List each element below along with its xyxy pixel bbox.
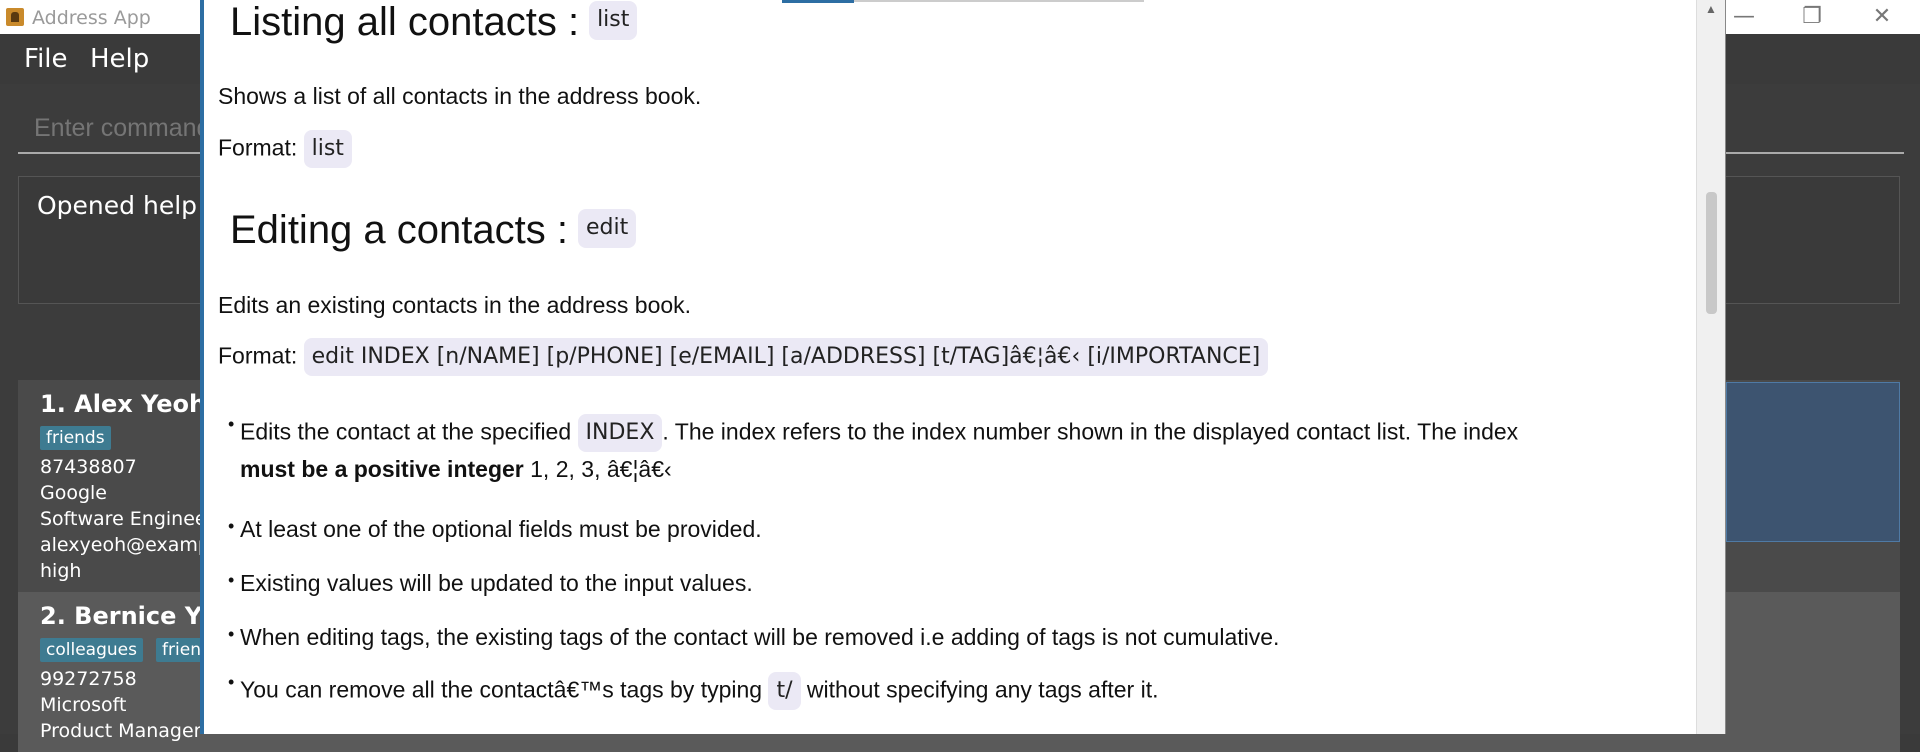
format-code: edit INDEX [n/NAME] [p/PHONE] [e/EMAIL] … [303, 338, 1269, 377]
restore-icon[interactable]: ❐ [1792, 4, 1832, 30]
edit-bullet-optional: At least one of the optional fields must… [228, 516, 1660, 543]
edit-heading: Editing a contacts : edit [230, 208, 637, 253]
help-window: Listing all contacts : list Shows a list … [200, 0, 1726, 734]
edit-description: Edits an existing contacts in the addres… [218, 292, 692, 318]
scroll-up-arrow-icon[interactable]: ▲ [1705, 2, 1717, 16]
list-description: Shows a list of all contacts in the addr… [218, 83, 702, 109]
tag-prefix-code: t/ [768, 672, 801, 711]
bullet-bold-text: must be a positive integer [240, 456, 524, 483]
scroll-thumb[interactable] [1706, 192, 1717, 314]
help-scrollbar[interactable]: ▲ [1696, 0, 1725, 734]
tag: friends [40, 426, 111, 450]
edit-heading-text: Editing a contacts : [230, 208, 568, 252]
list-command-code: list [589, 1, 638, 40]
edit-bullet-update: Existing values will be updated to the i… [228, 570, 1660, 597]
menu-help[interactable]: Help [90, 44, 149, 74]
help-tab-track [854, 0, 1144, 2]
bullet-text: Edits the contact at the specified [240, 418, 572, 445]
window-title: Address App [32, 7, 151, 29]
help-tab-indicator [782, 0, 854, 3]
edit-command-code: edit [577, 209, 637, 248]
format-code: list [303, 130, 352, 169]
format-label: Format: [218, 134, 298, 161]
edit-format: Format: edit INDEX [n/NAME] [p/PHONE] [e… [218, 338, 1269, 377]
index-code: INDEX [577, 414, 663, 453]
menu-file[interactable]: File [24, 44, 68, 74]
bullet-text: 1, 2, 3, â€¦â€‹ [523, 456, 672, 483]
app-logo-icon [6, 8, 24, 26]
minimize-icon[interactable]: — [1724, 4, 1764, 30]
edit-bullet-index: Edits the contact at the specified INDEX… [228, 414, 1660, 483]
format-label: Format: [218, 342, 298, 369]
list-heading-text: Listing all contacts : [230, 0, 580, 44]
bullet-text: You can remove all the contactâ€™s tags … [240, 676, 763, 703]
selected-row-highlight [1726, 382, 1900, 542]
bullet-text: Existing values will be updated to the i… [240, 570, 753, 596]
bullet-text: . The index refers to the index number s… [662, 418, 1519, 445]
bullet-text: When editing tags, the existing tags of … [240, 624, 1280, 650]
close-icon[interactable]: ✕ [1862, 4, 1902, 30]
list-heading: Listing all contacts : list [230, 0, 638, 45]
tag: colleagues [40, 638, 143, 662]
list-format: Format: list [218, 130, 352, 169]
edit-bullet-tags: When editing tags, the existing tags of … [228, 624, 1660, 651]
bullet-text: without specifying any tags after it. [806, 676, 1159, 703]
bullet-text: At least one of the optional fields must… [240, 516, 762, 542]
edit-bullet-remove-tags: You can remove all the contactâ€™s tags … [228, 672, 1660, 711]
